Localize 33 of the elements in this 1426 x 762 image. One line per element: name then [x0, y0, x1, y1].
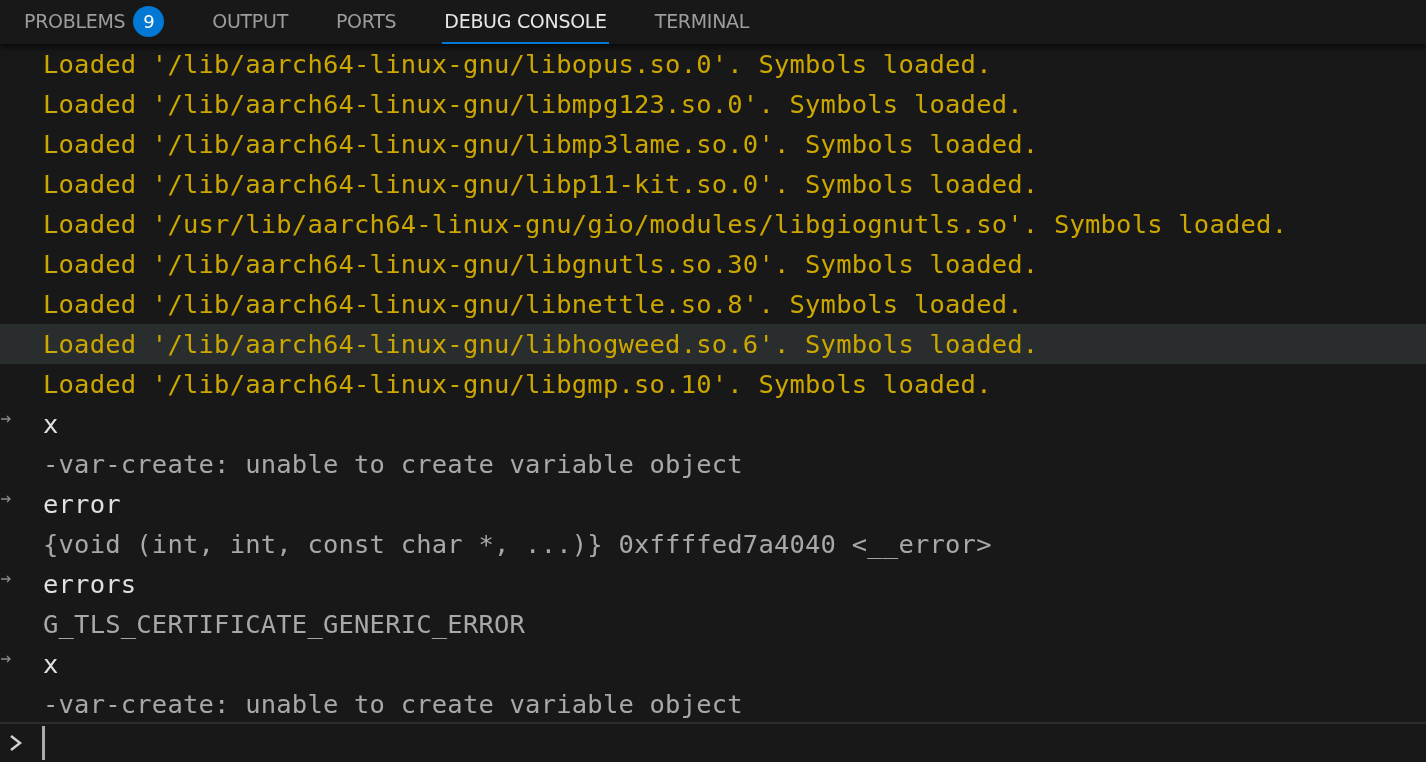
input-line: error — [43, 489, 121, 519]
result-line: -var-create: unable to create variable object — [43, 449, 743, 479]
output-line: Loaded '/lib/aarch64-linux-gnu/libnettle.so.8'. Symbols loaded. — [43, 289, 1023, 319]
arrow-icon — [0, 413, 12, 425]
output-line: Loaded '/lib/aarch64-linux-gnu/libhogweed.so.6'. Symbols loaded. — [43, 329, 1039, 359]
tab-label: OUTPUT — [212, 10, 288, 32]
panel-tab[interactable]: OUTPUT — [210, 0, 290, 44]
arrow-icon — [0, 653, 12, 665]
result-line: -var-create: unable to create variable object — [43, 689, 743, 719]
input-line: x — [43, 649, 59, 679]
output-line: Loaded '/lib/aarch64-linux-gnu/libgmp.so.10'. Symbols loaded. — [43, 369, 992, 399]
output-line: Loaded '/usr/lib/aarch64-linux-gnu/gio/modules/libgiognutls.so'. Symbols loaded. — [43, 209, 1288, 239]
chevron-icon — [9, 734, 23, 752]
input-line: x — [43, 409, 59, 439]
output-line: Loaded '/lib/aarch64-linux-gnu/libmpg123.so.0'. Symbols loaded. — [43, 89, 1023, 119]
tab-label: PORTS — [335, 10, 397, 32]
panel-tab[interactable]: PROBLEMS 9 — [22, 0, 167, 44]
result-line: {void (int, int, const char *, ...)} 0xffffed7a4040 <__error> — [43, 529, 992, 559]
input-line: errors — [43, 569, 137, 599]
panel-tab[interactable]: DEBUG CONSOLE — [442, 0, 609, 44]
tab-label: PROBLEMS — [24, 10, 126, 32]
output-line: Loaded '/lib/aarch64-linux-gnu/libp11-kit.so.0'. Symbols loaded. — [43, 169, 1039, 199]
panel-tab[interactable]: TERMINAL — [652, 0, 752, 44]
panel-tab[interactable]: PORTS — [333, 0, 399, 44]
tab-label: DEBUG CONSOLE — [444, 10, 607, 32]
output-line: Loaded '/lib/aarch64-linux-gnu/libopus.so.0'. Symbols loaded. — [43, 49, 992, 79]
output-line: Loaded '/lib/aarch64-linux-gnu/libgnutls.so.30'. Symbols loaded. — [43, 249, 1039, 279]
count-badge: 9 — [133, 5, 165, 37]
result-line: G_TLS_CERTIFICATE_GENERIC_ERROR — [43, 609, 526, 639]
output-line: Loaded '/lib/aarch64-linux-gnu/libmp3lame.so.0'. Symbols loaded. — [43, 129, 1039, 159]
arrow-icon — [0, 493, 12, 505]
arrow-icon — [0, 573, 12, 585]
tab-label: TERMINAL — [654, 10, 750, 32]
